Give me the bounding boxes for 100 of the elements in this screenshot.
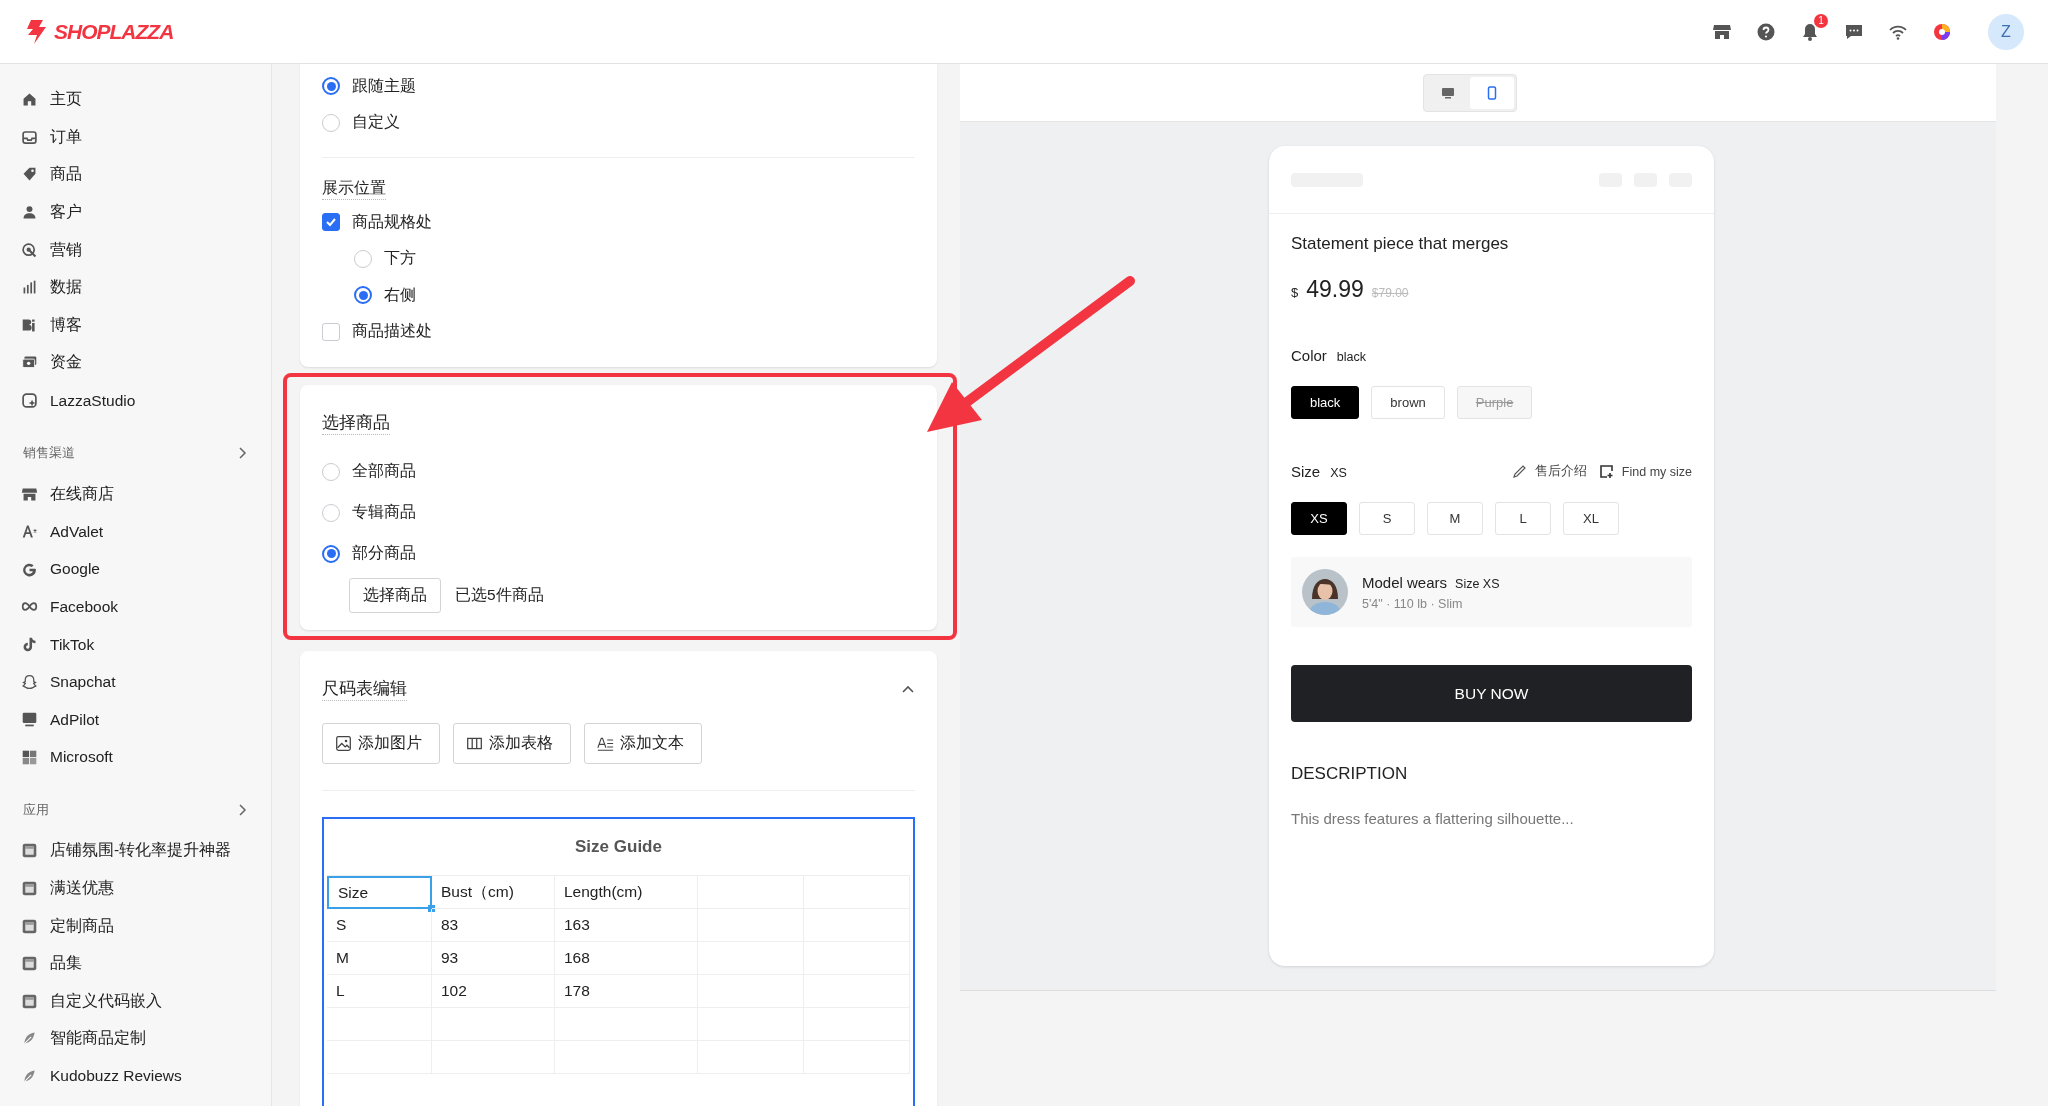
table-cell[interactable]: Size [327, 876, 432, 909]
sidebar-item[interactable]: Google [50, 560, 100, 579]
radio-button[interactable] [322, 503, 340, 522]
table-cell[interactable]: S [327, 909, 432, 942]
image-icon [335, 735, 352, 752]
table-cell[interactable]: M [327, 942, 432, 975]
product-price: 49.99 [1306, 276, 1364, 303]
chevron-up-icon[interactable] [901, 684, 915, 694]
radio-button[interactable] [322, 77, 340, 96]
checkbox[interactable] [322, 322, 340, 341]
add-button[interactable]: 添加文本 [584, 723, 702, 764]
sidebar-item[interactable]: LazzaStudio [50, 391, 136, 410]
compare-price: $79.00 [1371, 286, 1409, 300]
table-cell[interactable]: Bust（cm) [432, 876, 555, 909]
size-option[interactable]: M [1427, 502, 1483, 535]
music-note-icon [21, 636, 38, 653]
logo-text: SHOPLAZZA [54, 19, 174, 44]
sidebar-item[interactable]: 自定义代码嵌入 [50, 990, 162, 1012]
sidebar-item[interactable]: 数据 [50, 277, 82, 299]
size-option[interactable]: XL [1563, 502, 1619, 535]
sidebar-item[interactable]: 在线商店 [50, 483, 114, 505]
model-label: Model wears [1362, 573, 1448, 591]
chevron-right-icon[interactable] [237, 447, 247, 460]
table-cell[interactable]: 83 [432, 909, 555, 942]
radio-label: 专辑商品 [352, 502, 416, 522]
radio-label: 自定义 [352, 112, 400, 133]
sidebar-item[interactable]: 智能商品定制 [50, 1028, 146, 1050]
pencil-icon [1511, 464, 1527, 479]
device-toggle[interactable] [1469, 76, 1514, 109]
sidebar-item[interactable]: Snapchat [50, 673, 116, 692]
table-cell[interactable]: Length(cm) [555, 876, 698, 909]
columns-icon [466, 735, 483, 752]
sidebar-item[interactable]: 商品 [50, 164, 82, 186]
chevron-right-icon[interactable] [237, 804, 247, 817]
bell-icon[interactable] [1800, 21, 1820, 42]
app-tile-icon [21, 917, 38, 935]
sidebar-item[interactable]: 定制商品 [50, 915, 114, 937]
radio-label: 右侧 [384, 284, 416, 305]
select-products-button[interactable]: 选择商品 [349, 578, 441, 613]
radio-button[interactable] [354, 286, 372, 305]
ghost-icon [21, 673, 38, 691]
size-link[interactable]: 售后介绍 [1534, 463, 1587, 480]
sidebar-item[interactable]: 资金 [50, 352, 82, 374]
sidebar-item[interactable]: AdValet [50, 522, 104, 541]
checkbox[interactable] [322, 213, 340, 232]
sidebar-item[interactable]: 博客 [50, 314, 82, 336]
sidebar-item[interactable]: 客户 [50, 202, 82, 224]
sidebar-item[interactable]: AdPilot [50, 710, 100, 729]
model-details: 5'4" · 110 lb · Slim [1362, 596, 1464, 611]
option-label: Color [1291, 347, 1327, 364]
model-size: Size XS [1455, 576, 1500, 591]
size-option[interactable]: S [1359, 502, 1415, 535]
notification-badge: 1 [1814, 13, 1828, 28]
color-option[interactable]: black [1291, 386, 1360, 419]
color-wheel-icon[interactable] [1932, 21, 1952, 42]
section-title: 展示位置 [322, 178, 386, 200]
help-icon[interactable] [1756, 21, 1776, 42]
target-icon [21, 241, 38, 259]
table-cell[interactable]: 102 [432, 975, 555, 1008]
size-option[interactable]: L [1495, 502, 1551, 535]
sidebar-item[interactable]: TikTok [50, 635, 95, 654]
color-option[interactable]: brown [1371, 386, 1445, 419]
table-cell[interactable]: 178 [555, 975, 698, 1008]
table-cell[interactable]: L [327, 975, 432, 1008]
checkbox-label: 商品规格处 [352, 211, 432, 232]
radio-button[interactable] [322, 462, 340, 481]
option-value: black [1336, 350, 1367, 364]
sidebar-item[interactable]: Facebook [50, 597, 119, 616]
sidebar-item[interactable]: Microsoft [50, 748, 113, 767]
radio-label: 跟随主题 [352, 75, 416, 96]
description-title: DESCRIPTION [1291, 764, 1409, 784]
add-button[interactable]: 添加表格 [453, 723, 571, 764]
monitor-icon [21, 711, 38, 729]
user-avatar[interactable]: Z [1988, 13, 2024, 50]
sidebar-item[interactable]: Kudobuzz Reviews [50, 1067, 182, 1086]
sidebar-item[interactable]: 品集 [50, 953, 82, 975]
sidebar-item[interactable]: 满送优惠 [50, 878, 114, 899]
checkmark-icon [325, 216, 337, 229]
currency-symbol: $ [1291, 285, 1299, 300]
app-tile-icon [21, 880, 38, 897]
buy-now-button[interactable]: BUY NOW [1291, 665, 1692, 722]
table-title: Size Guide [574, 836, 663, 858]
checkbox-label: 商品描述处 [352, 321, 432, 342]
sidebar-item[interactable]: 营销 [50, 239, 82, 261]
table-cell[interactable]: 163 [555, 909, 698, 942]
table-cell[interactable]: 168 [555, 942, 698, 975]
size-option[interactable]: XS [1291, 502, 1347, 535]
option-value: XS [1330, 466, 1347, 480]
table-cell[interactable]: 93 [432, 942, 555, 975]
radio-button[interactable] [354, 249, 372, 268]
description-text: This dress features a flattering silhouette... [1291, 810, 1575, 827]
add-button[interactable]: 添加图片 [322, 723, 440, 764]
sidebar-item[interactable]: 店铺氛围-转化率提升神器 [50, 840, 232, 862]
radio-label: 部分商品 [352, 543, 416, 563]
radio-button[interactable] [322, 113, 340, 132]
sidebar-item[interactable]: 订单 [50, 126, 82, 148]
sidebar-item[interactable]: 主页 [50, 89, 82, 111]
desktop-icon [1440, 85, 1455, 100]
radio-button[interactable] [322, 544, 340, 563]
size-link[interactable]: Find my size [1621, 464, 1692, 479]
